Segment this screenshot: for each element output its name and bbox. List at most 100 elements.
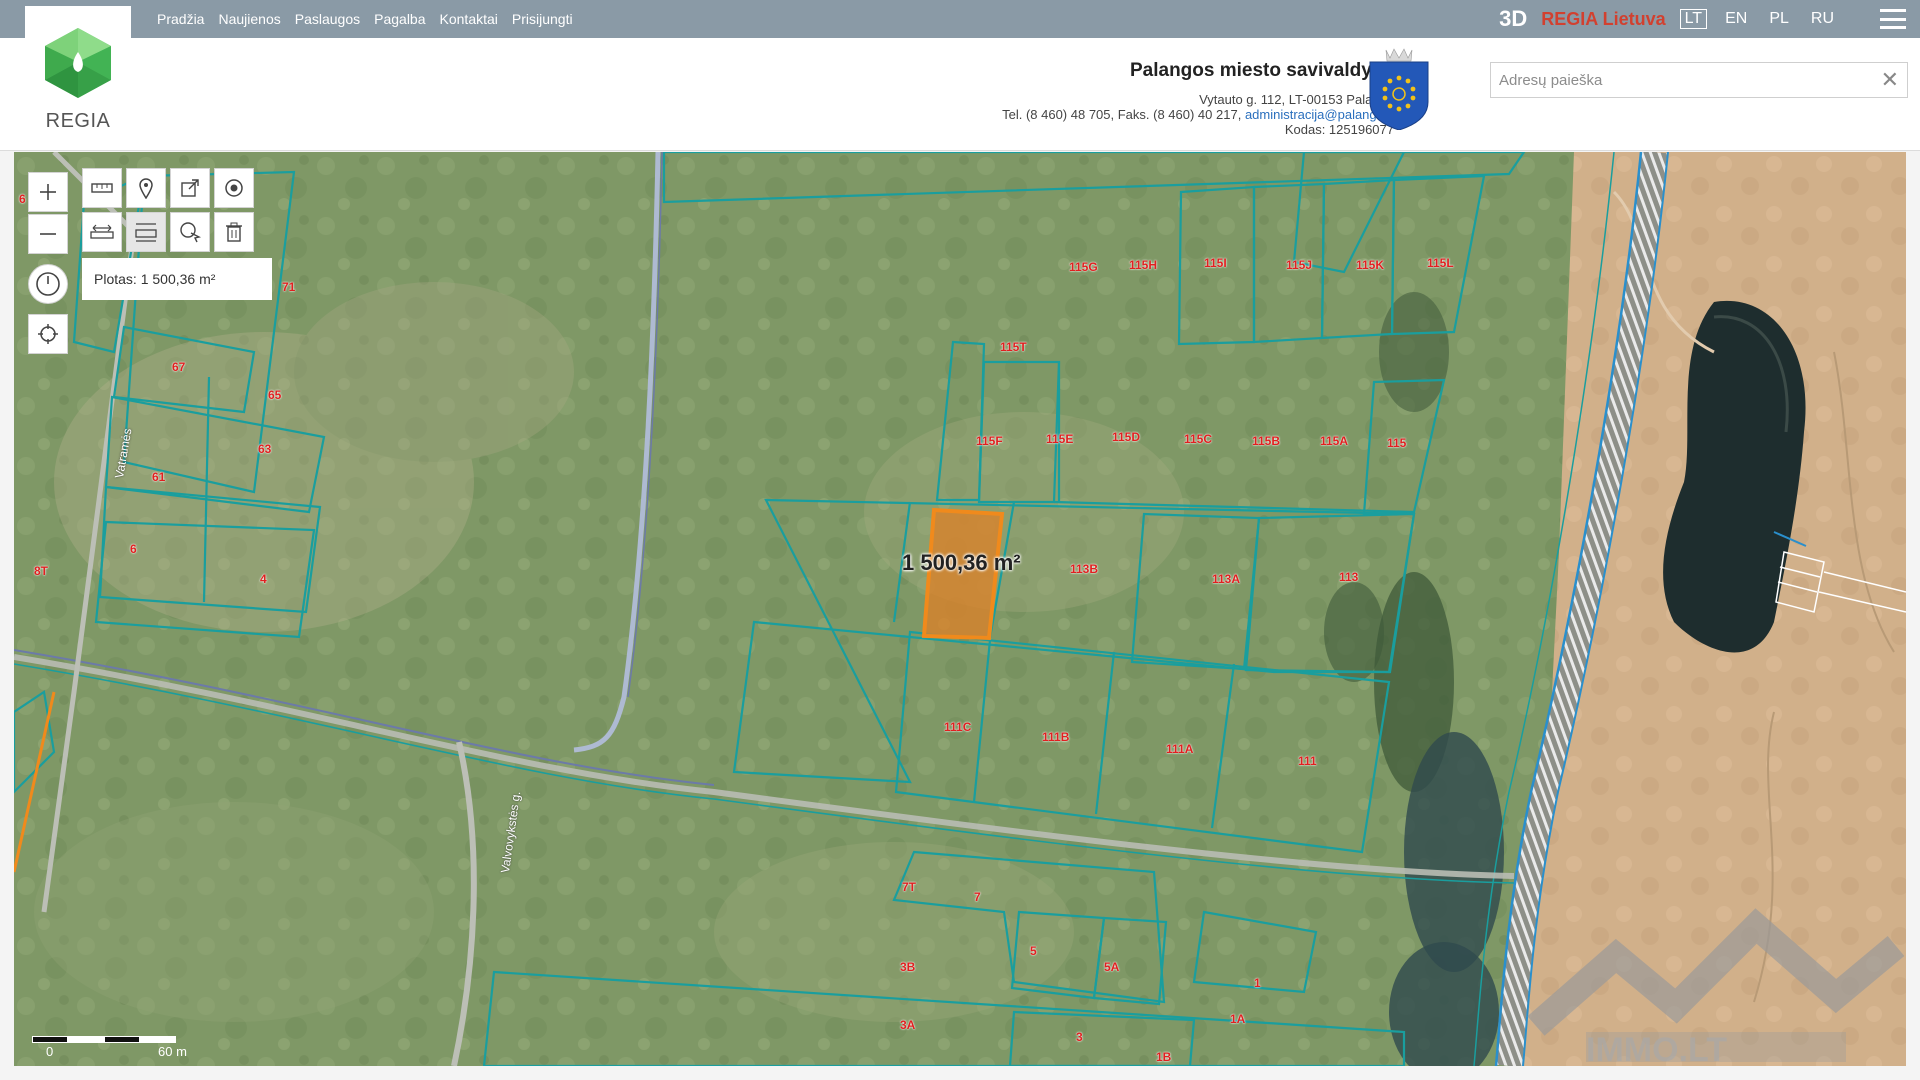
municipality-phone: Tel. (8 460) 48 705, Faks. (8 460) 40 21… [1002, 107, 1242, 122]
scale-bar: 0 60 m [32, 1032, 192, 1059]
history-button[interactable] [28, 264, 68, 304]
parcel-label: 111C [944, 720, 972, 734]
identify-icon [180, 222, 201, 243]
regia-logo-text: REGIA [45, 110, 111, 132]
main-nav: Pradžia Naujienos Paslaugos Pagalba Kont… [157, 0, 573, 38]
clock-icon [36, 272, 60, 296]
parcel-label: 3 [1076, 1030, 1083, 1044]
parcel-label: 115D [1112, 430, 1141, 444]
watermark-text: IMMO.LT [1586, 1031, 1727, 1066]
target-button[interactable] [214, 168, 254, 208]
parcel-label: 1B [1156, 1050, 1172, 1064]
parcel-label: 65 [268, 388, 282, 402]
parcel-label: 6 [19, 192, 26, 206]
lang-lt[interactable]: LT [1679, 9, 1708, 29]
share-icon [181, 179, 199, 197]
menu-icon[interactable] [1880, 9, 1906, 29]
top-bar: Pradžia Naujienos Paslaugos Pagalba Kont… [0, 0, 1920, 38]
regia-logo[interactable]: REGIA [25, 6, 131, 138]
zoom-out-button[interactable] [28, 214, 68, 254]
parcel-label: 115H [1129, 258, 1158, 272]
parcel-label: 113A [1212, 572, 1241, 586]
nav-login[interactable]: Prisijungti [512, 11, 573, 27]
parcel-label: 5 [1030, 944, 1037, 958]
parcel-label: 115 [1387, 436, 1407, 450]
parcel-label: 4 [260, 572, 267, 586]
crosshair-icon [38, 324, 58, 344]
parcel-label: 1 [1254, 976, 1261, 990]
parcel-label: 3B [900, 960, 916, 974]
measure-distance-button[interactable] [82, 168, 122, 208]
nav-contacts[interactable]: Kontaktai [440, 11, 498, 27]
parcel-label: 5A [1104, 960, 1120, 974]
area-tooltip: Plotas: 1 500,36 m² [82, 258, 272, 300]
parcel-label: 1A [1230, 1012, 1246, 1026]
palanga-crest-icon [1369, 48, 1429, 130]
municipality-name: Palangos miesto savivaldybė [1129, 60, 1394, 81]
parcel-label: 7T [902, 880, 917, 894]
parcel-label: 115I [1204, 256, 1227, 270]
parcel-label: 115F [976, 434, 1003, 448]
immo-watermark-logo: IMMO.LT [1527, 908, 1905, 1066]
lang-ru[interactable]: RU [1807, 10, 1838, 28]
measure-area-icon [135, 223, 157, 242]
parcel-label: 113B [1070, 562, 1099, 576]
trash-icon [226, 222, 242, 242]
share-button[interactable] [170, 168, 210, 208]
ruler-icon [91, 183, 113, 193]
clear-search-icon[interactable]: ✕ [1881, 67, 1899, 93]
minus-icon [40, 233, 56, 235]
measure-width-icon [90, 224, 114, 239]
parcel-label: 111 [1298, 754, 1317, 768]
address-search: ✕ [1490, 62, 1908, 98]
3d-button[interactable]: 3D [1499, 6, 1527, 32]
parcel-label: 67 [172, 360, 186, 374]
nav-home[interactable]: Pradžia [157, 11, 204, 27]
parcel-label: 111A [1166, 742, 1194, 756]
parcel-label: 61 [152, 470, 166, 484]
parcel-label: 3A [900, 1018, 916, 1032]
lang-pl[interactable]: PL [1765, 10, 1793, 28]
plus-icon [40, 184, 56, 200]
nav-help[interactable]: Pagalba [374, 11, 425, 27]
scale-end-label: 60 m [158, 1044, 187, 1059]
parcel-label: 7 [974, 890, 981, 904]
parcel-label: 115T [1000, 340, 1027, 354]
parcel-label: 115E [1046, 432, 1074, 446]
parcel-label: 115J [1286, 258, 1313, 272]
municipality-address: Vytauto g. 112, LT-00153 Palanga [1199, 92, 1394, 107]
zoom-in-button[interactable] [28, 172, 68, 212]
target-icon [225, 179, 243, 197]
regia-lietuva-link[interactable]: REGIA Lietuva [1541, 9, 1665, 30]
parcel-label: 71 [282, 280, 296, 294]
address-search-input[interactable] [1491, 63, 1877, 97]
parcel-label: 115K [1356, 258, 1385, 272]
nav-news[interactable]: Naujienos [218, 11, 280, 27]
parcel-label: 115C [1184, 432, 1213, 446]
municipality-contacts: Tel. (8 460) 48 705, Faks. (8 460) 40 21… [1002, 107, 1394, 122]
map-view[interactable]: 115G 115H 115I 115J 115K 115L 115T 115F 115E 115D… [14, 152, 1906, 1066]
municipality-code: Kodas: 125196077 [1284, 122, 1394, 137]
parcel-label: 63 [258, 442, 272, 456]
municipality-info: Palangos miesto savivaldybė Vytauto g. 1… [1002, 60, 1394, 137]
measure-area-button[interactable] [126, 212, 166, 252]
regia-logo-icon [45, 28, 111, 98]
parcel-label: 115L [1427, 256, 1454, 270]
header: REGIA Palangos miesto savivaldybė Vytaut… [0, 6, 1920, 151]
selected-area-label: 1 500,36 m² [902, 550, 1021, 575]
delete-button[interactable] [214, 212, 254, 252]
scale-start-label: 0 [46, 1044, 54, 1059]
parcel-label: 8T [34, 564, 49, 578]
locate-button[interactable] [28, 314, 68, 354]
marker-button[interactable] [126, 168, 166, 208]
measure-width-button[interactable] [82, 212, 122, 252]
parcel-label: 111B [1042, 730, 1070, 744]
nav-services[interactable]: Paslaugos [295, 11, 360, 27]
identify-button[interactable] [170, 212, 210, 252]
parcel-label: 115A [1320, 434, 1349, 448]
parcel-label: 6 [130, 542, 137, 556]
parcel-label: 113 [1339, 570, 1359, 584]
parcel-label: 115B [1252, 434, 1281, 448]
top-right-tools: 3D REGIA Lietuva LT EN PL RU [1499, 0, 1906, 38]
lang-en[interactable]: EN [1721, 10, 1751, 28]
